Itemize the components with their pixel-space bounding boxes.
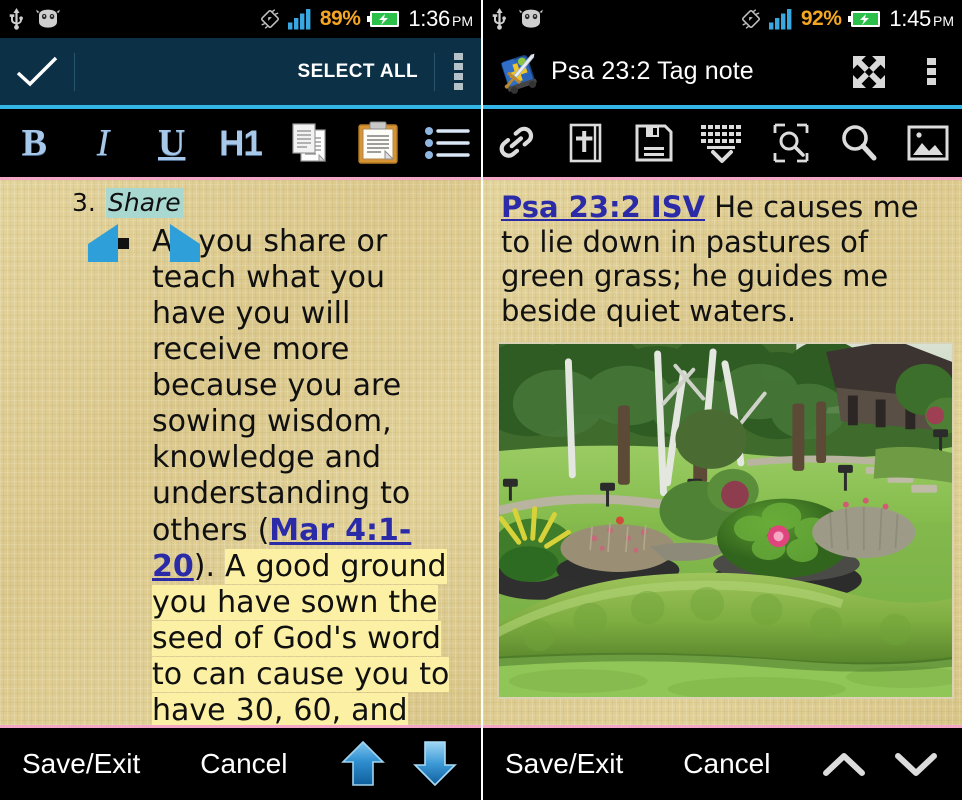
underline-button[interactable]: U (141, 115, 203, 171)
selected-heading-text: Share (106, 188, 183, 218)
cancel-button[interactable]: Cancel (188, 748, 299, 780)
link-button[interactable] (486, 115, 548, 171)
usb-icon (491, 7, 508, 31)
left-bottom-bar: Save/Exit Cancel (0, 728, 481, 800)
android-head-icon (518, 9, 544, 29)
sword-shield-icon (497, 50, 541, 94)
battery-percent-label: 92% (800, 7, 842, 30)
left-panel: 89% 1:36 PM SELECT ALL B I U H1 3. Share… (0, 0, 481, 800)
screen-rotation-icon (740, 8, 762, 30)
bible-button[interactable] (555, 115, 617, 171)
battery-percent-label: 89% (319, 7, 361, 30)
chevron-down-icon[interactable] (880, 748, 952, 780)
clock-ampm-label: PM (452, 13, 473, 29)
dual-screenshot-container: 89% 1:36 PM SELECT ALL B I U H1 3. Share… (0, 0, 962, 800)
italic-button[interactable]: I (72, 115, 134, 171)
search-button[interactable] (828, 115, 890, 171)
note-ordered-item: 3. Share (14, 188, 467, 218)
copy-button[interactable] (278, 115, 340, 171)
bullet-list-button[interactable] (416, 115, 478, 171)
note-paragraph: As you share or teach what you have you … (152, 223, 457, 725)
signal-bars-icon (287, 8, 313, 30)
square-bullet-marker (118, 224, 152, 726)
bold-button[interactable]: B (3, 115, 65, 171)
clock-label: 1:45 (889, 6, 931, 31)
confirm-selection-button[interactable] (0, 38, 74, 105)
garden-landscape-photo (499, 344, 952, 697)
arrow-down-icon[interactable] (399, 740, 471, 788)
cancel-button[interactable]: Cancel (671, 748, 782, 780)
paste-button[interactable] (347, 115, 409, 171)
left-note-content[interactable]: 3. Share As you share or teach what you … (0, 180, 481, 728)
save-exit-button[interactable]: Save/Exit (493, 748, 635, 780)
heading1-button[interactable]: H1 (209, 115, 271, 171)
overflow-menu-icon[interactable] (435, 38, 481, 105)
clock-ampm-label: PM (933, 13, 954, 29)
battery-icon (367, 9, 401, 29)
paragraph-text-part-2: s you share or teach what you have you w… (152, 223, 411, 548)
right-note-toolbar (483, 109, 962, 180)
arrow-up-icon[interactable] (327, 740, 399, 788)
screen-rotation-icon (259, 8, 281, 30)
right-note-body: Psa 23:2 ISV He causes me to lie down in… (483, 180, 962, 699)
signal-bars-icon (768, 8, 794, 30)
right-panel: 92% 1:45 PM Psa 23:2 Tag note Psa 23:2 I… (481, 0, 962, 800)
save-button[interactable] (623, 115, 685, 171)
select-all-button[interactable]: SELECT ALL (282, 61, 434, 83)
right-note-content[interactable]: Psa 23:2 ISV He causes me to lie down in… (483, 180, 962, 728)
clock-label: 1:36 (408, 6, 450, 31)
find-in-page-button[interactable] (760, 115, 822, 171)
battery-icon (848, 9, 882, 29)
left-contextual-action-bar: SELECT ALL (0, 38, 481, 109)
verse-paragraph: Psa 23:2 ISV He causes me to lie down in… (497, 188, 948, 328)
note-title: Psa 23:2 Tag note (551, 57, 754, 85)
left-status-bar: 89% 1:36 PM (0, 0, 481, 38)
insert-image-button[interactable] (897, 115, 959, 171)
note-sub-bullet-item: As you share or teach what you have you … (14, 223, 467, 726)
action-bar-divider (74, 52, 75, 91)
list-number: 3. (72, 188, 96, 217)
chevron-up-icon[interactable] (808, 748, 880, 780)
left-note-body: 3. Share As you share or teach what you … (0, 180, 481, 726)
paragraph-text-part-3: ). (193, 548, 226, 584)
paragraph-text-part-1: A (152, 223, 173, 259)
right-status-bar: 92% 1:45 PM (483, 0, 962, 38)
overflow-menu-icon[interactable] (900, 58, 962, 85)
right-action-bar: Psa 23:2 Tag note (483, 38, 962, 109)
left-formatting-toolbar: B I U H1 (0, 109, 481, 180)
note-photo[interactable] (497, 342, 954, 699)
android-head-icon (35, 9, 61, 29)
right-bottom-bar: Save/Exit Cancel (483, 728, 962, 800)
hide-keyboard-button[interactable] (691, 115, 753, 171)
expand-fullscreen-icon[interactable] (838, 52, 900, 92)
usb-icon (8, 7, 25, 31)
verse-reference-link[interactable]: Psa 23:2 ISV (501, 190, 705, 224)
save-exit-button[interactable]: Save/Exit (10, 748, 152, 780)
